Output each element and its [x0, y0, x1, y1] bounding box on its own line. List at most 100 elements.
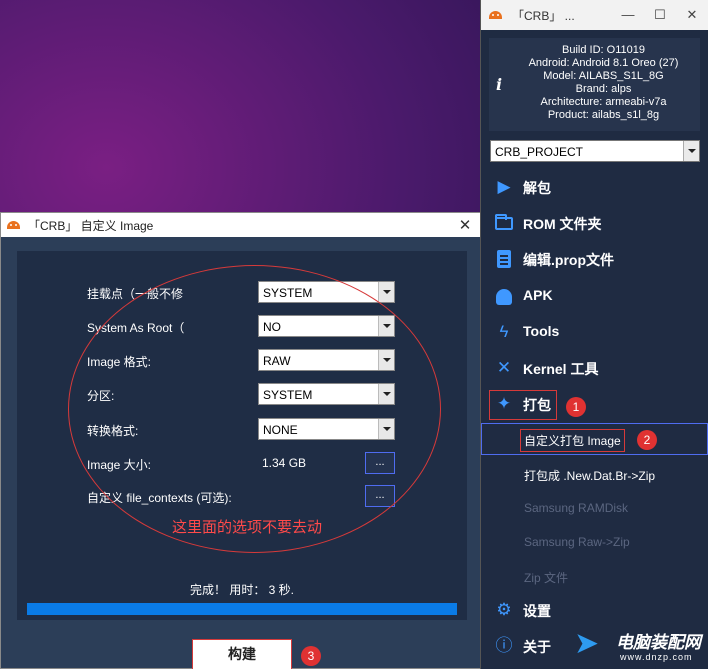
option-row-format: Image 格式: RAW [17, 349, 467, 373]
option-row-size: Image 大小: 1.34 GB ... [17, 452, 467, 476]
shark-logo-icon: ➤ [574, 627, 600, 660]
sub-samsung-raw[interactable]: Samsung Raw->Zip [481, 526, 708, 558]
android-icon [493, 285, 515, 307]
watermark-cn: 电脑装配网 [616, 633, 701, 652]
image-size-value: 1.34 GB [262, 456, 307, 470]
system-as-root-value: NO [263, 320, 281, 334]
option-row-mount: 挂载点（一般不修 SYSTEM [17, 281, 467, 305]
document-icon [493, 248, 515, 270]
watermark: ➤ 电脑装配网 www.dnzp.com [570, 622, 708, 669]
custom-image-dialog: 「CRB」 自定义 Image ✕ 挂载点（一般不修 SYSTEM System… [0, 212, 481, 669]
main-title: 「CRB」 ... [512, 8, 575, 23]
watermark-en: www.dnzp.com [620, 652, 693, 662]
step-badge-1: 1 [566, 397, 586, 417]
annotation-ellipse [68, 265, 441, 553]
chevron-down-icon[interactable] [378, 282, 394, 302]
convert-format-value: NONE [263, 423, 298, 437]
sub-samsung-ramdisk-label: Samsung RAMDisk [524, 501, 629, 515]
device-model: Model: AILABS_S1L_8G [543, 70, 664, 82]
image-format-value: RAW [263, 354, 291, 368]
convert-format-select[interactable]: NONE [258, 418, 395, 440]
device-product: Product: ailabs_s1l_8g [547, 109, 660, 121]
option-row-contexts: 自定义 file_contexts (可选): ... [17, 485, 467, 509]
dialog-titlebar: 「CRB」 自定义 Image ✕ [1, 213, 480, 237]
partition-value: SYSTEM [263, 388, 313, 402]
menu-rom-folder[interactable]: ROM 文件夹 [481, 207, 708, 239]
main-window: 「CRB」 ... — ☐ ✕ i Build ID: O11019 Andro… [480, 0, 708, 669]
sub-zip-label: Zip 文件 [524, 571, 569, 585]
sub-custom-image-label: 自定义打包 Image [520, 429, 625, 452]
menu-kernel[interactable]: ✕ Kernel 工具 [481, 352, 708, 384]
wrench-icon: ✕ [496, 358, 512, 377]
menu-kernel-label: Kernel 工具 [523, 361, 599, 377]
menu-edit-prop[interactable]: 编辑.prop文件 [481, 243, 708, 275]
chevron-down-icon[interactable] [378, 316, 394, 336]
device-brand: Brand: alps [575, 83, 632, 95]
folder-icon [493, 212, 515, 234]
sub-samsung-ramdisk[interactable]: Samsung RAMDisk [481, 492, 708, 524]
system-as-root-label: System As Root（ [87, 321, 185, 335]
image-format-select[interactable]: RAW [258, 349, 395, 371]
sub-new-dat-zip-label: 打包成 .New.Dat.Br->Zip [524, 469, 656, 483]
sub-samsung-raw-label: Samsung Raw->Zip [524, 535, 630, 549]
gear-icon: ⚙ [496, 600, 512, 619]
info-icon: i [496, 75, 503, 94]
convert-format-label: 转换格式: [87, 424, 139, 438]
android-logo-icon [7, 221, 20, 229]
chevron-down-icon[interactable] [378, 384, 394, 404]
dialog-title: 「CRB」 自定义 Image [28, 218, 154, 233]
project-select[interactable]: CRB_PROJECT [490, 140, 700, 162]
progress-fill [27, 603, 457, 615]
step-badge-3: 3 [301, 646, 321, 666]
menu-unpack[interactable]: ▶ 解包 [481, 171, 708, 203]
menu-apk-label: APK [523, 287, 553, 303]
info-circle-icon: ⓘ [495, 636, 513, 655]
sub-custom-image[interactable]: 自定义打包 Image [481, 423, 708, 455]
size-browse-button[interactable]: ... [365, 452, 395, 474]
option-row-sar: System As Root（ NO [17, 315, 467, 339]
project-value: CRB_PROJECT [495, 145, 584, 159]
menu-tools[interactable]: ϟ Tools [481, 316, 708, 348]
menu-unpack-label: 解包 [523, 180, 551, 196]
option-row-partition: 分区: SYSTEM [17, 383, 467, 407]
progress-bar [27, 603, 457, 615]
status-text: 完成！ 用时： 3 秒. [189, 583, 294, 597]
device-info-lines: Build ID: O11019 Android: Android 8.1 Or… [511, 44, 696, 122]
menu-edit-prop-label: 编辑.prop文件 [523, 252, 614, 268]
pack-annotation-box [489, 390, 557, 420]
menu-settings-label: 设置 [523, 603, 551, 619]
build-button[interactable]: 构建 [192, 639, 292, 669]
mount-point-select[interactable]: SYSTEM [258, 281, 395, 303]
chevron-down-icon[interactable] [683, 141, 699, 161]
lightning-icon: ϟ [499, 322, 509, 341]
build-id: Build ID: O11019 [562, 44, 645, 56]
mount-point-value: SYSTEM [263, 286, 313, 300]
sub-new-dat-zip[interactable]: 打包成 .New.Dat.Br->Zip [481, 458, 708, 490]
unpack-icon: ▶ [497, 177, 511, 196]
device-arch: Architecture: armeabi-v7a [540, 96, 667, 108]
device-info-panel: i Build ID: O11019 Android: Android 8.1 … [489, 38, 700, 131]
chevron-down-icon[interactable] [378, 350, 394, 370]
maximize-icon[interactable]: ☐ [644, 7, 676, 23]
option-row-convert: 转换格式: NONE [17, 418, 467, 442]
system-as-root-select[interactable]: NO [258, 315, 395, 337]
android-version: Android: Android 8.1 Oreo (27) [528, 57, 679, 69]
step-badge-2: 2 [637, 430, 657, 450]
options-panel: 挂载点（一般不修 SYSTEM System As Root（ NO Image… [17, 251, 467, 569]
menu-apk[interactable]: APK [481, 280, 708, 312]
file-contexts-label: 自定义 file_contexts (可选): [87, 491, 232, 505]
main-titlebar: 「CRB」 ... — ☐ ✕ [481, 0, 708, 30]
status-panel: 完成！ 用时： 3 秒. [17, 568, 467, 620]
menu-rom-folder-label: ROM 文件夹 [523, 216, 602, 232]
menu-tools-label: Tools [523, 323, 560, 339]
chevron-down-icon[interactable] [378, 419, 394, 439]
minimize-icon[interactable]: — [612, 7, 644, 23]
close-icon[interactable]: ✕ [676, 7, 708, 23]
menu-about-label: 关于 [523, 639, 551, 655]
sub-zip[interactable]: Zip 文件 [481, 560, 708, 592]
image-format-label: Image 格式: [87, 355, 152, 369]
partition-label: 分区: [87, 389, 115, 403]
partition-select[interactable]: SYSTEM [258, 383, 395, 405]
contexts-browse-button[interactable]: ... [365, 485, 395, 507]
close-icon[interactable]: ✕ [450, 216, 480, 234]
